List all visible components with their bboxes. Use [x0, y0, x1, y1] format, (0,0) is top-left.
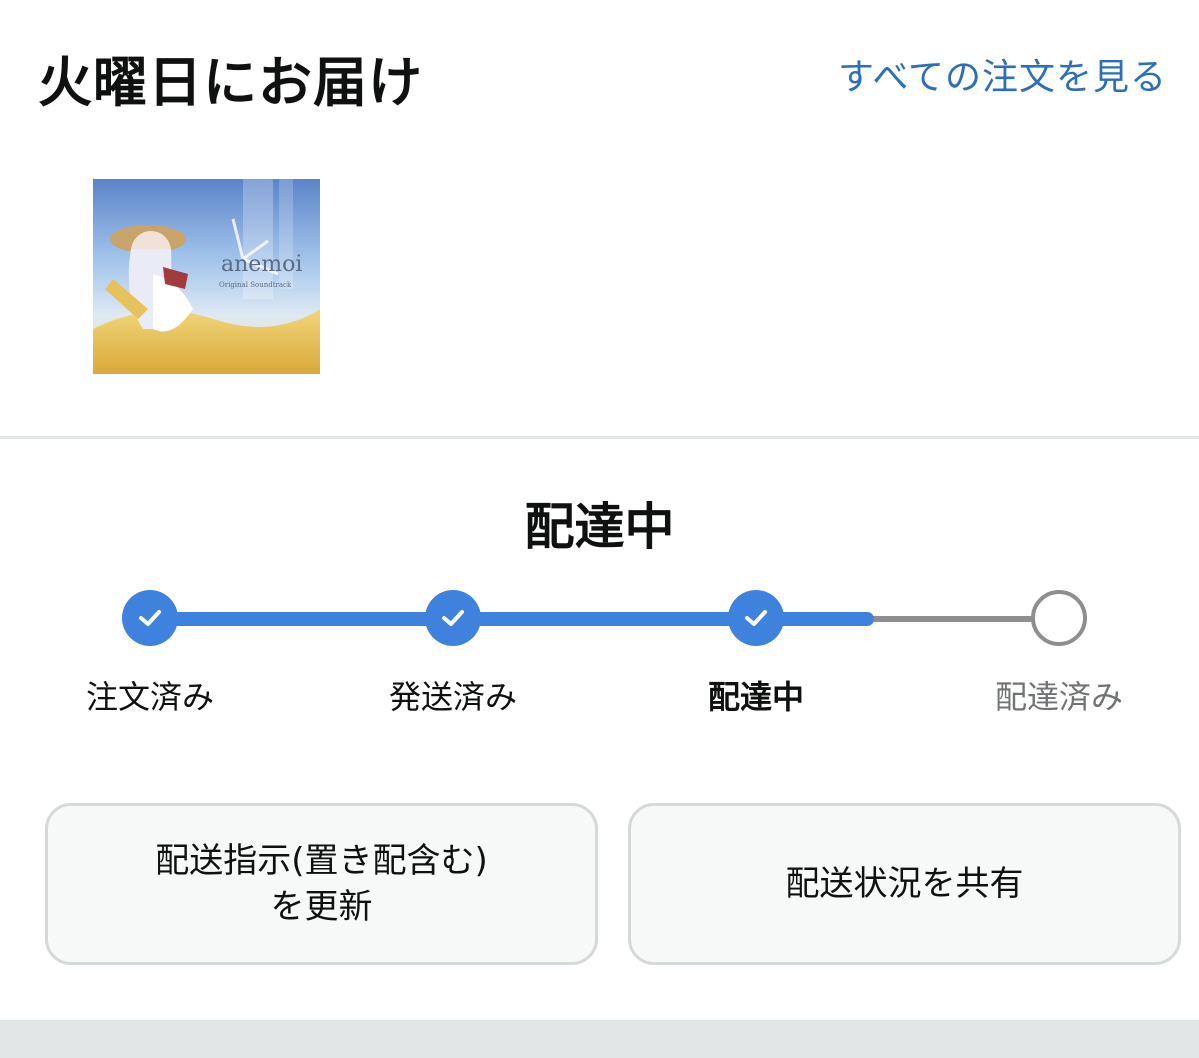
section-divider	[0, 436, 1199, 439]
view-all-orders-link[interactable]: すべての注文を見る	[838, 48, 1167, 100]
step-delivered-circle-icon	[1031, 590, 1087, 646]
step-label-shipped: 発送済み	[388, 678, 517, 716]
step-ordered-check-icon	[122, 590, 178, 646]
step-label-out-for-delivery: 配達中	[707, 678, 804, 716]
step-shipped-check-icon	[425, 590, 481, 646]
progress-tracker: 注文済み 発送済み 配達中 配達済み	[0, 580, 1199, 720]
update-delivery-instructions-label: 配送指示(置き配含む) を更新	[155, 838, 488, 930]
album-cover-image: anemoi Original Soundtrack	[93, 179, 320, 374]
step-out-for-delivery-check-icon	[728, 590, 784, 646]
update-delivery-instructions-button[interactable]: 配送指示(置き配含む) を更新	[45, 803, 598, 965]
delivery-card: 火曜日にお届け すべての注文を見る anemoi Original Soundt…	[0, 0, 1199, 1058]
update-delivery-line-2: を更新	[270, 887, 373, 927]
step-label-ordered: 注文済み	[85, 678, 214, 716]
album-subtitle: Original Soundtrack	[219, 281, 292, 289]
update-delivery-line-1: 配送指示(置き配含む)	[155, 841, 488, 881]
share-delivery-status-button[interactable]: 配送状況を共有	[628, 803, 1181, 965]
progress-track-remaining	[850, 616, 1058, 622]
step-label-delivered: 配達済み	[994, 678, 1123, 716]
shipment-status-title: 配達中	[524, 498, 675, 556]
delivery-date-heading: 火曜日にお届け	[38, 51, 423, 114]
product-thumbnail[interactable]: anemoi Original Soundtrack	[93, 179, 320, 374]
section-separator-band	[0, 1020, 1199, 1058]
album-title: anemoi	[221, 252, 302, 277]
share-delivery-status-label: 配送状況を共有	[785, 864, 1024, 904]
